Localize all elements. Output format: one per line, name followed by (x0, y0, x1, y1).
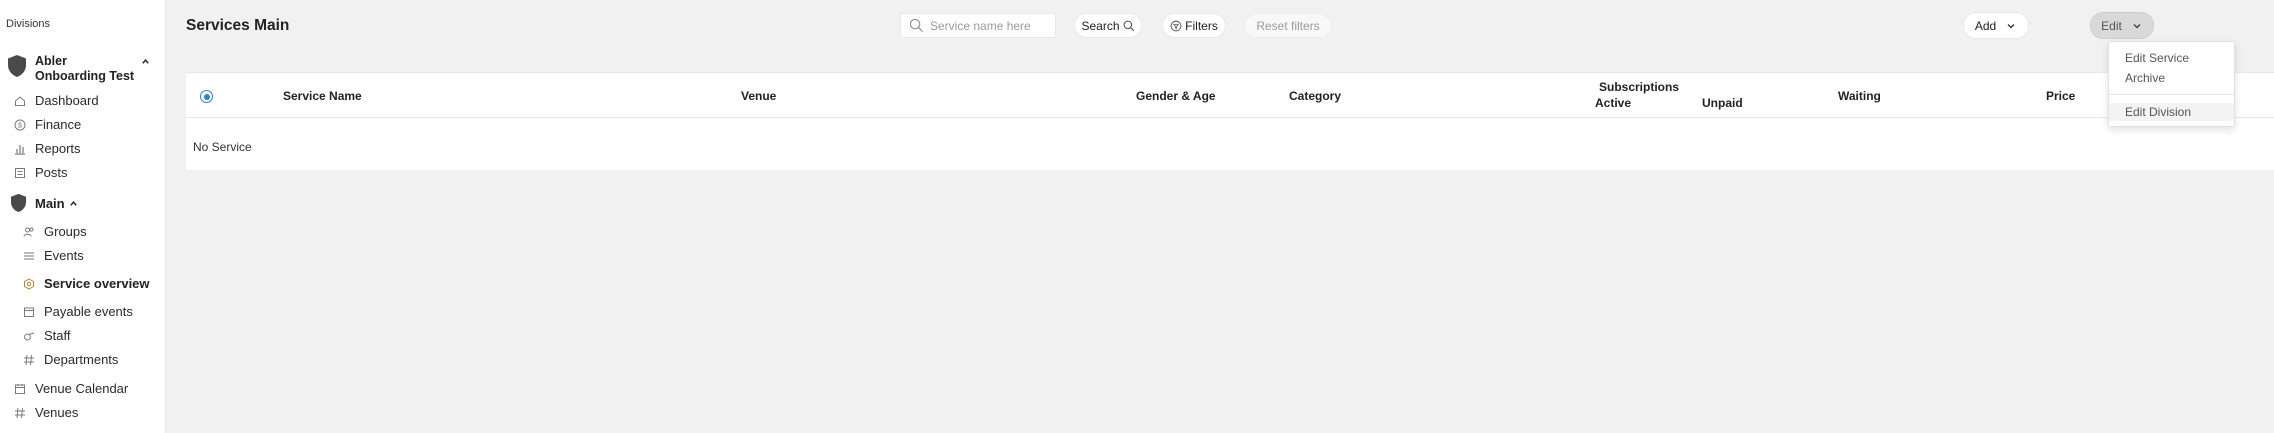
sidebar-item-label: Staff (44, 328, 71, 343)
sidebar-heading: Divisions (6, 18, 51, 30)
calendar-icon (14, 383, 26, 395)
sidebar-item-label: Departments (44, 352, 119, 367)
table-header: Service Name Venue Gender & Age Category… (186, 73, 2274, 118)
sidebar-item-reports[interactable]: Reports (14, 141, 81, 156)
home-icon (14, 95, 26, 107)
search-button[interactable]: Search (1074, 13, 1142, 38)
hexagon-gear-icon (23, 277, 35, 290)
filters-button[interactable]: Filters (1162, 13, 1226, 38)
services-table: Service Name Venue Gender & Age Category… (186, 72, 2274, 170)
sidebar-item-staff[interactable]: Staff (23, 328, 71, 343)
sidebar-item-label: Groups (44, 224, 87, 239)
sidebar-item-departments[interactable]: Departments (23, 352, 118, 367)
chevron-down-icon (2007, 23, 2015, 28)
chevron-up-icon (69, 200, 77, 206)
reset-filters-button[interactable]: Reset filters (1244, 13, 1332, 38)
add-button[interactable]: Add (1963, 12, 2029, 39)
sidebar-org-name: Abler Onboarding Test (35, 54, 135, 83)
column-waiting[interactable]: Waiting (1838, 89, 1881, 103)
sidebar-group-main[interactable]: Main (10, 193, 78, 213)
menu-item-archive[interactable]: Archive (2109, 69, 2234, 87)
sidebar-item-label: Posts (35, 165, 68, 180)
add-button-label: Add (1974, 18, 1997, 33)
hash-icon (23, 354, 35, 366)
sidebar-item-dashboard[interactable]: Dashboard (14, 93, 99, 108)
sidebar-item-label: Events (44, 248, 84, 263)
page-title: Services Main (186, 17, 290, 34)
menu-item-edit-service[interactable]: Edit Service (2109, 49, 2234, 67)
chevron-down-icon (2133, 23, 2141, 28)
edit-dropdown-menu: Edit Service Archive Edit Division (2108, 41, 2235, 127)
document-icon (14, 167, 26, 179)
list-icon (23, 250, 35, 262)
chevron-up-icon (142, 59, 149, 64)
dollar-circle-icon: $ (14, 119, 26, 131)
sidebar-item-events[interactable]: Events (23, 248, 84, 263)
select-all-radio[interactable] (200, 90, 213, 103)
menu-divider (2109, 94, 2234, 95)
users-icon (23, 226, 35, 238)
sidebar-item-label: Reports (35, 141, 81, 156)
sidebar-item-label: Dashboard (35, 93, 99, 108)
column-category[interactable]: Category (1289, 89, 1341, 103)
column-venue[interactable]: Venue (741, 89, 776, 103)
search-button-label: Search (1081, 18, 1120, 33)
shield-icon (11, 193, 26, 213)
sidebar-item-label: Venues (35, 405, 79, 420)
empty-state-text: No Service (193, 140, 252, 154)
filters-button-label: Filters (1185, 18, 1218, 33)
search-input[interactable] (930, 18, 1050, 33)
sidebar-org[interactable]: Abler Onboarding Test (7, 54, 150, 84)
sidebar: Divisions Abler Onboarding Test Dashboar… (0, 0, 166, 433)
edit-button[interactable]: Edit (2090, 12, 2154, 39)
sidebar-group-label: Main (35, 195, 65, 211)
sidebar-item-finance[interactable]: $ Finance (14, 117, 81, 132)
column-subscriptions: Subscriptions (1599, 80, 1680, 94)
svg-text:$: $ (18, 122, 22, 129)
column-unpaid[interactable]: Unpaid (1702, 96, 1743, 110)
shield-icon (8, 55, 26, 77)
search-icon (909, 18, 923, 32)
menu-item-edit-division[interactable]: Edit Division (2109, 103, 2234, 121)
column-active[interactable]: Active (1595, 96, 1631, 110)
filter-icon (1170, 20, 1182, 31)
hash-icon (14, 407, 26, 419)
sidebar-item-groups[interactable]: Groups (23, 224, 87, 239)
edit-button-label: Edit (2101, 18, 2122, 33)
bar-chart-icon (14, 143, 26, 155)
sidebar-item-label: Finance (35, 117, 82, 132)
search-box[interactable] (900, 13, 1056, 38)
column-gender-age[interactable]: Gender & Age (1136, 89, 1216, 103)
sidebar-item-service-overview[interactable]: Service overview (23, 276, 150, 291)
sidebar-item-posts[interactable]: Posts (14, 165, 68, 180)
calendar-dollar-icon (23, 306, 35, 318)
sidebar-item-label: Payable events (44, 304, 133, 319)
header: Services Main Search Filters Reset filte… (166, 0, 2274, 52)
sidebar-item-venue-calendar[interactable]: Venue Calendar (14, 381, 128, 396)
sidebar-item-venues[interactable]: Venues (14, 405, 78, 420)
column-price[interactable]: Price (2046, 89, 2075, 103)
whistle-icon (23, 330, 35, 342)
sidebar-item-label: Venue Calendar (35, 381, 129, 396)
app-root: Divisions Abler Onboarding Test Dashboar… (0, 0, 2274, 433)
column-service-name[interactable]: Service Name (283, 89, 362, 103)
sidebar-item-label: Service overview (44, 276, 150, 291)
sidebar-item-payable-events[interactable]: Payable events (23, 304, 133, 319)
search-icon (1123, 20, 1134, 31)
